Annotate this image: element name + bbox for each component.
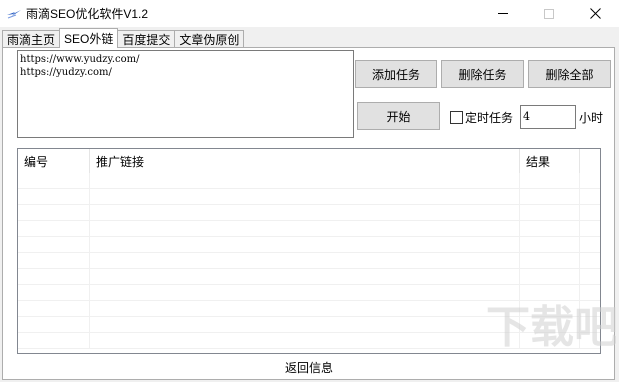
tab-article-rewrite[interactable]: 文章伪原创 — [174, 30, 245, 48]
empty-table-cell — [520, 237, 580, 253]
empty-table-cell — [18, 253, 90, 269]
column-header-link[interactable]: 推广链接 — [90, 149, 520, 173]
minimize-icon — [498, 13, 508, 14]
close-button[interactable] — [572, 0, 618, 27]
scheduled-task-label: 定时任务 — [465, 111, 514, 125]
tab-strip: 雨滴主页 SEO外链 百度提交 文章伪原创 — [2, 28, 245, 48]
empty-table-row — [18, 253, 600, 269]
empty-table-cell — [18, 285, 90, 301]
empty-table-cell — [90, 333, 520, 349]
empty-table-cell — [580, 205, 600, 221]
empty-table-cell — [18, 237, 90, 253]
empty-table-cell — [90, 285, 520, 301]
tab-home[interactable]: 雨滴主页 — [2, 30, 61, 48]
start-button[interactable]: 开始 — [357, 102, 440, 130]
empty-table-cell — [18, 189, 90, 205]
empty-table-cell — [18, 221, 90, 237]
tab-baidu-submit[interactable]: 百度提交 — [117, 30, 176, 48]
watermark-logo: 下载吧 — [486, 302, 616, 350]
empty-table-cell — [520, 189, 580, 205]
maximize-icon — [544, 8, 554, 19]
empty-table-cell — [520, 205, 580, 221]
title-bar: 雨滴SEO优化软件V1.2 — [0, 0, 619, 27]
url-line: https://www.yudzy.com/ — [20, 54, 140, 65]
empty-table-cell — [90, 237, 520, 253]
svg-text:下载吧: 下载吧 — [486, 302, 616, 350]
maximize-button[interactable] — [526, 0, 572, 27]
empty-table-cell — [520, 269, 580, 285]
delete-task-button[interactable]: 删除任务 — [441, 60, 524, 88]
window-title: 雨滴SEO优化软件V1.2 — [26, 7, 149, 21]
empty-table-cell — [90, 221, 520, 237]
delete-all-button[interactable]: 删除全部 — [528, 60, 611, 88]
table-header: 编号 推广链接 结果 — [18, 149, 600, 173]
hours-unit-label: 小时 — [579, 111, 604, 125]
empty-table-cell — [520, 253, 580, 269]
tab-label: 雨滴主页 — [7, 33, 56, 47]
empty-table-cell — [580, 189, 600, 205]
return-info-label: 返回信息 — [285, 361, 334, 375]
empty-table-cell — [18, 301, 90, 317]
empty-table-cell — [580, 221, 600, 237]
empty-table-cell — [580, 173, 600, 189]
empty-table-cell — [90, 205, 520, 221]
empty-table-cell — [520, 173, 580, 189]
empty-table-cell — [18, 317, 90, 333]
empty-table-cell — [90, 173, 520, 189]
tab-label: SEO外链 — [64, 32, 114, 46]
empty-table-cell — [90, 253, 520, 269]
empty-table-row — [18, 189, 600, 205]
hours-input[interactable]: 4 — [520, 105, 576, 129]
url-line: https://yudzy.com/ — [20, 67, 112, 78]
empty-table-cell — [580, 253, 600, 269]
lightning-app-icon — [7, 10, 21, 19]
empty-table-cell — [90, 189, 520, 205]
add-task-button[interactable]: 添加任务 — [355, 60, 437, 88]
url-input[interactable]: https://www.yudzy.com/ https://yudzy.com… — [17, 50, 354, 138]
scheduled-task-toggle[interactable]: 定时任务 — [450, 109, 513, 126]
minimize-button[interactable] — [480, 0, 526, 27]
empty-table-row — [18, 237, 600, 253]
empty-table-cell — [90, 317, 520, 333]
empty-table-cell — [520, 221, 580, 237]
column-header-number[interactable]: 编号 — [18, 149, 90, 173]
column-header-result[interactable]: 结果 — [520, 149, 580, 173]
empty-table-cell — [90, 269, 520, 285]
empty-table-cell — [580, 285, 600, 301]
scheduled-task-checkbox[interactable] — [450, 111, 463, 124]
empty-table-cell — [18, 333, 90, 349]
empty-table-row — [18, 221, 600, 237]
empty-table-cell — [18, 173, 90, 189]
empty-table-cell — [18, 269, 90, 285]
empty-table-row — [18, 285, 600, 301]
empty-table-row — [18, 269, 600, 285]
close-icon — [589, 8, 601, 19]
tab-seo-links[interactable]: SEO外链 — [59, 28, 119, 48]
empty-table-cell — [18, 205, 90, 221]
tab-label: 文章伪原创 — [179, 33, 240, 47]
empty-table-cell — [580, 269, 600, 285]
empty-table-cell — [90, 301, 520, 317]
empty-table-row — [18, 173, 600, 189]
empty-table-cell — [520, 285, 580, 301]
empty-table-cell — [580, 237, 600, 253]
tab-label: 百度提交 — [122, 33, 171, 47]
empty-table-row — [18, 205, 600, 221]
